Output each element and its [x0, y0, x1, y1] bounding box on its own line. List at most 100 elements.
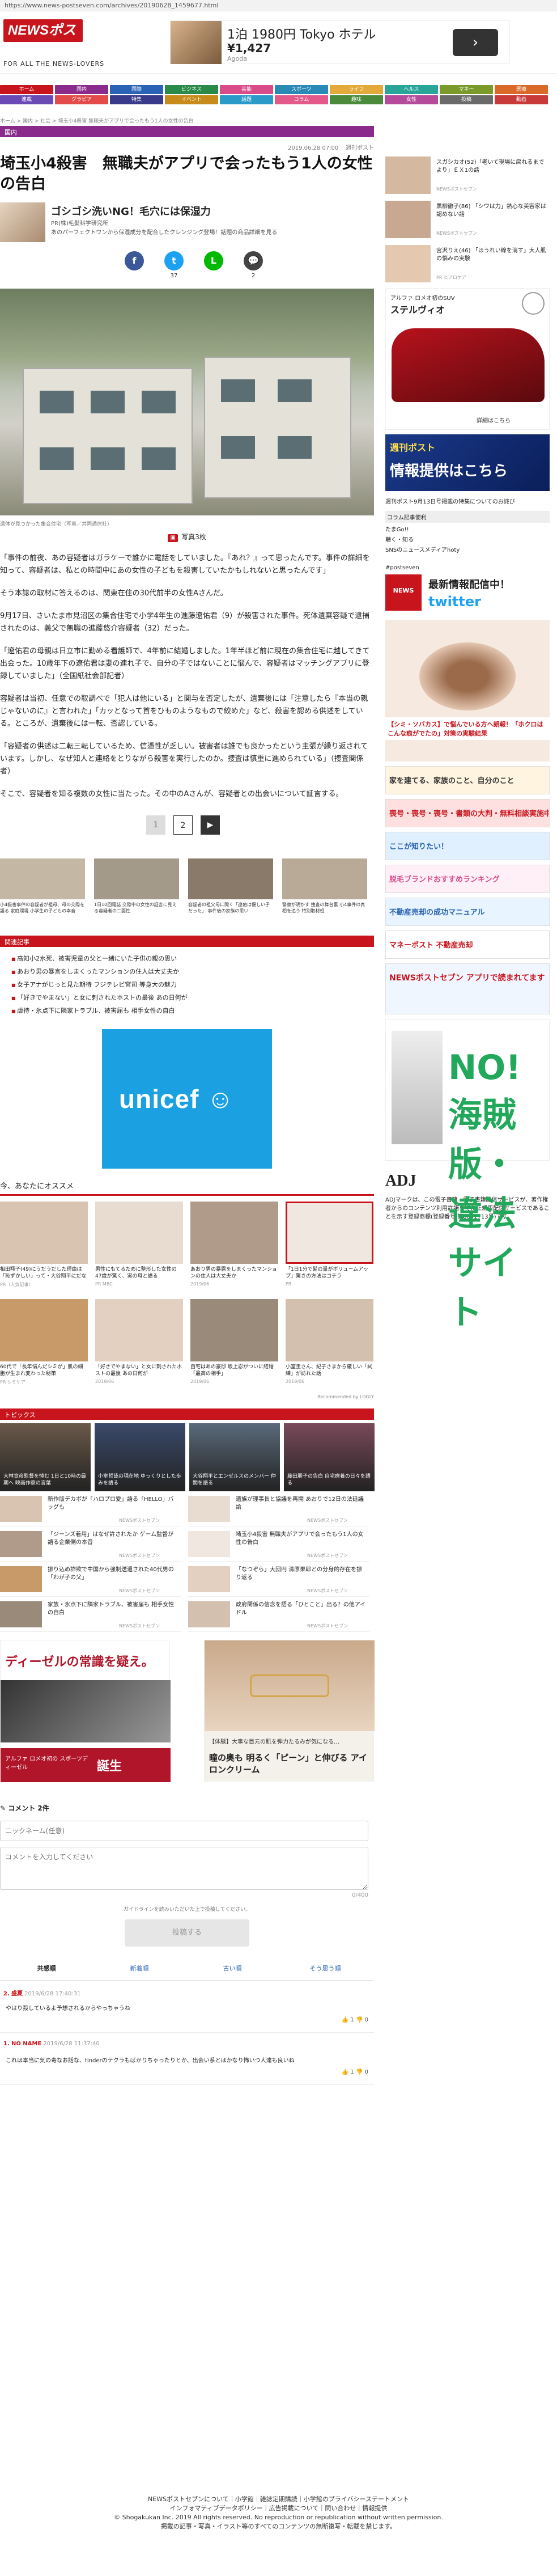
thumbs-down-icon[interactable]: 👎	[356, 2017, 365, 2023]
side-banner[interactable]: 喪号・喪号・喪号・書類の大判・無料相談実施中	[385, 799, 550, 827]
coupon-item[interactable]: SNSのニュースメディアhoty	[385, 545, 550, 556]
coupon-item[interactable]: たまGo!!	[385, 525, 550, 535]
side-banner[interactable]: NEWSポストセブン アプリで読まれてます	[385, 963, 550, 1014]
article-photo[interactable]	[0, 289, 374, 515]
side-article[interactable]: 黒柳徹子(86) 「シワは力」熱心な美容家は認めない話 NEWSポストセブン	[385, 197, 550, 242]
next-page-arrow[interactable]: ▶	[201, 815, 220, 835]
nav-item-9[interactable]: 医療	[495, 85, 548, 94]
related-item[interactable]: 女子アナがじっと見た期待 フジテレビ宮司 等身大の魅力	[11, 979, 374, 992]
no-piracy-ad[interactable]: NO! 海賊版・違法サイト	[385, 1019, 550, 1333]
ad-go-button[interactable]: ›	[453, 29, 498, 56]
promo-block[interactable]: ゴシゴシ洗いNG！毛穴には保湿力 PR(株)毛髪科学研究所 あのパーフェクトワン…	[0, 202, 374, 242]
nav-item-7[interactable]: ヘルス	[385, 85, 438, 94]
topic-banner-card[interactable]: 大谷翔平とエンゼルスのメンバー 仲間を語る	[189, 1423, 280, 1491]
page-1[interactable]: 1	[146, 815, 165, 835]
share-button[interactable]: f	[125, 251, 144, 270]
nickname-input[interactable]	[0, 1821, 368, 1841]
thumbs-up-icon[interactable]: 👍	[342, 2069, 351, 2075]
related-item[interactable]: あおり男の暴言をしまくったマンションの住人は大丈夫か	[11, 966, 374, 979]
comment-sort-tab[interactable]: 共感順	[0, 1964, 93, 1973]
related-item[interactable]: 「好きでやまない」と女に刺されたホストの最後 あの日何が	[11, 992, 374, 1005]
nav-item-5[interactable]: スポーツ	[275, 85, 328, 94]
comment-sort-tab[interactable]: 新着順	[93, 1964, 186, 1973]
category-tag[interactable]: 国内	[0, 126, 374, 137]
topic-banner-card[interactable]: 大林宣彦監督を悼む 1日と10時の最期へ 映画作家の言葉	[0, 1423, 91, 1491]
nav-item-8[interactable]: マネー	[440, 85, 493, 94]
side-banner[interactable]: 不動産売却の成功マニュアル	[385, 898, 550, 926]
recommend-card[interactable]: あおり男の暴露をしまくったマンションの住人は大丈夫か 2019/06	[190, 1202, 278, 1287]
comment-sort-tab[interactable]: 古い順	[186, 1964, 279, 1973]
nav-item-0[interactable]: ホーム	[0, 85, 53, 94]
related-item[interactable]: 虐待・氷点下に隣家トラブル、被害届も 相手女性の自白	[11, 1005, 374, 1018]
thumb-card[interactable]: 警察が明かす 捜査の舞台裏 小4事件の真相を追う 特別取材班	[282, 858, 367, 914]
side-banner[interactable]: ここが知りたい！	[385, 832, 550, 860]
breadcrumb[interactable]: ホーム > 国内 > 社会 > 埼玉小4殺害 無職夫がアプリで会ったもう1人の女…	[0, 117, 194, 124]
alfa-diesel-ad[interactable]: ディーゼルの常識を疑え。 アルファ ロメオ初の スポーツディーゼル 誕生	[0, 1640, 171, 1782]
url-bar[interactable]: https://www.news-postseven.com/archives/…	[0, 0, 557, 11]
logly-credit[interactable]: Recommended by LOGLY	[0, 1394, 374, 1399]
related-item[interactable]: 高知小2水死、被害児童の父と一緒にいた子供の親の思い	[11, 953, 374, 966]
side-banner[interactable]: 家を建てる、家族のこと、自分のこと	[385, 766, 550, 794]
nav-item-19[interactable]: 動画	[495, 95, 548, 104]
share-button[interactable]: t	[164, 251, 184, 270]
nav-item-12[interactable]: 特集	[110, 95, 163, 104]
twitter-handle[interactable]: #postseven	[385, 565, 550, 571]
side-banner[interactable]: 脱毛ブランドおすすめランキング	[385, 865, 550, 893]
share-button[interactable]: 💬	[244, 251, 263, 270]
topic-item[interactable]: 新作版デカボが「ハロプロ愛」語る「HELLO」バッグも NEWSポストセブン	[0, 1491, 181, 1526]
page-2[interactable]: 2	[173, 815, 193, 835]
recommend-card[interactable]: 男性にもてるために整形した女性の47歳が驚く、実の母と語る PR MBC	[95, 1202, 183, 1287]
comment-textarea[interactable]	[0, 1847, 368, 1890]
nav-item-10[interactable]: 連載	[0, 95, 53, 104]
topic-item[interactable]: 遺族が理事長と協議を再開 あおりで12日の法廷議論 NEWSポストセブン	[188, 1491, 369, 1526]
nav-item-6[interactable]: ライフ	[330, 85, 383, 94]
nav-item-13[interactable]: イベント	[165, 95, 218, 104]
recommend-card[interactable]: 「好きでやまない」と女に刺されたホストの最後 あの日何が 2019/06	[95, 1299, 183, 1384]
photo-count[interactable]: ▣ 写真3枚	[0, 532, 374, 542]
post-comment-button[interactable]: 投稿する	[125, 1919, 249, 1947]
footer-line[interactable]: インフォマティブデータポリシー｜広告掲載について｜問い合わせ｜情報提供	[0, 2504, 557, 2513]
recommend-card[interactable]: 60代で「長年悩んだシミが」肌の細胞が生まれ変わった秘策 PR シミケア	[0, 1299, 88, 1385]
side-article[interactable]: スガシカオ(52)「老いて現場に戻れるまでより」ＥＸ1の話 NEWSポストセブン	[385, 153, 550, 197]
nav-item-11[interactable]: グラビア	[55, 95, 108, 104]
topic-item[interactable]: 家族・氷点下に隣家トラブル、被害届も 相手女性の自白 NEWSポストセブン	[0, 1597, 181, 1632]
nav-item-1[interactable]: 国内	[55, 85, 108, 94]
thumbs-down-icon[interactable]: 👎	[356, 2069, 365, 2075]
skin-ad[interactable]: 【シミ・ソバカス】で悩んでいる方へ朗報！「ホクロはこんな痕がでたの」対策の実験結…	[385, 620, 550, 762]
thumb-card[interactable]: 1日10回電話 交際中の女性の証言に見える容疑者の二面性	[94, 858, 179, 914]
nav-item-4[interactable]: 芸能	[220, 85, 273, 94]
side-note[interactable]: 週刊ポスト9月13日号掲載の特集についてのお詫び	[385, 497, 550, 505]
thumb-card[interactable]: 容疑者の祖父母に聞く「遼佑は優しい子だった」 事件後の家族の思い	[188, 858, 273, 914]
recommend-card[interactable]: 相田翔子(49)にうだうだした理由は「恥ずかしい」って・大谷翔平にだな PR（人気…	[0, 1202, 88, 1288]
comment-sort-tab[interactable]: そう思う順	[279, 1964, 372, 1973]
nav-item-15[interactable]: コラム	[275, 95, 328, 104]
thumb-card[interactable]: 小4殺害事件の容疑者が祖母、母の交際を語る 家庭環境 小学生の子どもの本音	[0, 858, 85, 914]
info-banner[interactable]: 週刊ポスト 情報提供はこちら	[385, 434, 550, 491]
share-button[interactable]: L	[204, 251, 223, 270]
topic-item[interactable]: 「なつぞら」大団円 清原果耶との分身的存在を振り返る NEWSポストセブン	[188, 1562, 369, 1597]
unicef-ad[interactable]: unicef ☺	[102, 1029, 272, 1169]
topic-item[interactable]: 「ジーンズ着用」はなぜ許されたか ゲーム監督が語る企業側の本音 NEWSポストセブ…	[0, 1526, 181, 1562]
guideline-note[interactable]: ガイドラインを読みいただいた上で投稿してください。	[0, 1905, 374, 1913]
nav-item-18[interactable]: 投稿	[440, 95, 493, 104]
site-logo[interactable]: NEWSポストセブン	[3, 19, 83, 61]
footer-line[interactable]: NEWSポストセブンについて｜小学館｜雑誌定期購読｜小学館のプライバシーステート…	[0, 2495, 557, 2504]
twitter-banner[interactable]: NEWS 最新情報配信中！ twitter	[385, 574, 550, 614]
topic-item[interactable]: 埼玉小4殺害 無職夫がアプリで会ったもう1人の女性の告白 NEWSポストセブン	[188, 1526, 369, 1562]
side-article[interactable]: 宮沢りえ(46) 「ほうれい線を消す」大人肌の悩みの実験 PR ヒアロケア	[385, 242, 550, 286]
topic-item[interactable]: 政府関係の信念を語る「ひとこと」出る？の他アイドル NEWSポストセブン	[188, 1597, 369, 1632]
recommend-card[interactable]: 小室圭さん、紀子さまから厳しい「試練」が訪れた話 2019/06	[286, 1299, 373, 1384]
eye-cream-ad[interactable]: 【体験】大事な目元の肌を弾力たるみが気になる… 瞳の奥も 明るく「ピーン」と伸び…	[204, 1640, 375, 1782]
coupon-item[interactable]: 聴く・知る	[385, 535, 550, 545]
side-banner[interactable]: マネーポスト 不動産売却	[385, 930, 550, 959]
topic-item[interactable]: 振り込め詐欺で中国から強制送還された40代男の「わが子の父」 NEWSポストセブン	[0, 1562, 181, 1597]
topic-banner-card[interactable]: 藤田朋子の告白 自宅療養の日々を語る	[284, 1423, 375, 1491]
topic-banner-card[interactable]: 小室哲哉の現在地 ゆっくりとした歩みを語る	[95, 1423, 185, 1491]
nav-item-3[interactable]: ビジネス	[165, 85, 218, 94]
nav-item-2[interactable]: 国際	[110, 85, 163, 94]
recommend-card[interactable]: 「1日1分で髪の量がボリュームアップ」驚きの方法はコチラ PR	[286, 1202, 373, 1287]
thumbs-up-icon[interactable]: 👍	[342, 2017, 351, 2023]
recommend-card[interactable]: 自宅はあの豪邸 坂上忍がついに結婚「最高の相手」 2019/06	[190, 1299, 278, 1384]
nav-item-17[interactable]: 女性	[385, 95, 438, 104]
nav-item-14[interactable]: 話題	[220, 95, 273, 104]
